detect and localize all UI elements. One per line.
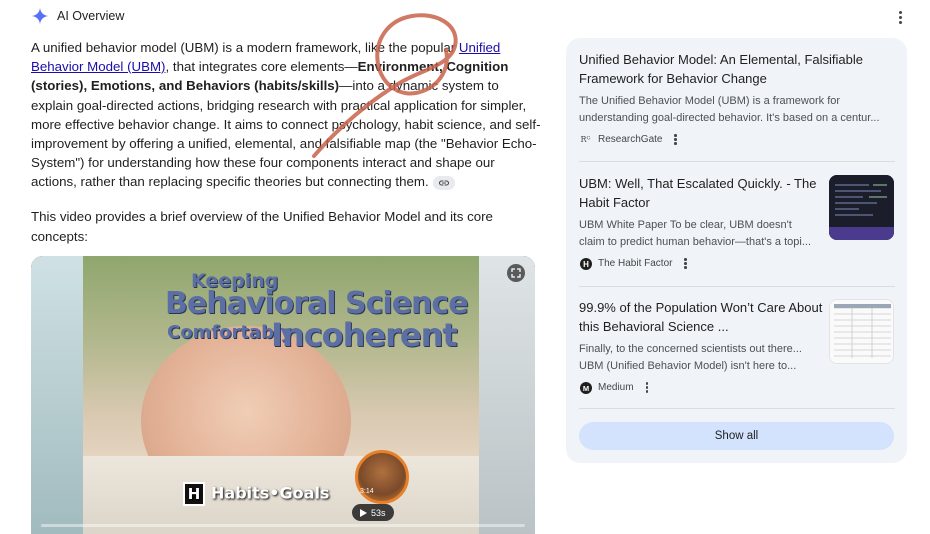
overview-text: A unified behavior model (UBM) is a mode… [31,38,541,192]
expand-icon[interactable] [507,264,525,282]
paragraph-rest: —into a dynamic system to explain goal-d… [31,78,541,190]
source-title[interactable]: 99.9% of the Population Won’t Care About… [579,298,824,337]
divider [579,161,895,162]
paragraph-intro: A unified behavior model (UBM) is a mode… [31,40,459,55]
source-site: The Habit Factor [598,258,673,270]
svg-text:H: H [583,260,589,269]
source-card-habit-factor[interactable]: UBM: Well, That Escalated Quickly. - The… [579,174,895,270]
source-thumbnail [829,299,894,364]
medium-icon: M [579,381,592,394]
source-more-icon[interactable] [645,382,649,393]
researchgate-icon: Rᴳ [580,135,591,145]
source-snippet: The Unified Behavior Model (UBM) is a fr… [579,94,880,125]
source-card-medium[interactable]: 99.9% of the Population Won’t Care About… [579,298,895,394]
gemini-sparkle-icon [31,7,49,25]
sources-panel: Unified Behavior Model: An Elemental, Fa… [566,38,907,463]
source-title[interactable]: Unified Behavior Model: An Elemental, Fa… [579,50,895,89]
video-player[interactable]: Keeping Behavioral Science Comfortably I… [31,256,535,534]
video-timestamp: 3:14 [360,488,374,495]
svg-text:M: M [582,384,588,393]
video-progress-track[interactable] [41,524,525,527]
ai-overview-header: AI Overview [31,7,124,25]
video-duration: 53s [371,507,386,518]
video-overlay-line4: Incoherent [271,316,458,354]
play-icon [360,508,367,517]
video-duration-pill[interactable]: 53s [352,504,394,521]
source-title[interactable]: UBM: Well, That Escalated Quickly. - The… [579,174,819,213]
show-all-button[interactable]: Show all [579,422,894,450]
paragraph-mid: , that integrates core elements— [165,59,358,75]
video-side-right [479,256,535,534]
source-meta: H The Habit Factor [579,257,895,270]
habits-goals-logo: H Habits•Goals [183,482,329,506]
source-snippet: UBM White Paper To be clear, UBM doesn't… [579,218,811,249]
divider [579,286,895,287]
presenter-avatar [355,450,409,504]
divider [579,408,895,409]
source-more-icon[interactable] [674,134,677,145]
more-options-icon[interactable] [892,9,908,25]
source-site: Medium [598,382,634,394]
source-meta: M Medium [579,381,895,394]
source-more-icon[interactable] [684,258,687,269]
source-snippet: Finally, to the concerned scientists out… [579,342,802,373]
source-thumbnail [829,175,894,240]
source-meta: Rᴳ ResearchGate [579,133,895,146]
source-card-researchgate[interactable]: Unified Behavior Model: An Elemental, Fa… [579,50,895,146]
source-site: ResearchGate [598,134,663,146]
source-link-chip[interactable] [432,175,455,190]
video-side-left [31,256,83,534]
link-icon [438,180,449,186]
ai-overview-title: AI Overview [57,9,125,23]
overview-paragraph: A unified behavior model (UBM) is a mode… [31,38,541,192]
habit-factor-icon: H [579,257,592,270]
video-intro-text: This video provides a brief overview of … [31,209,493,244]
